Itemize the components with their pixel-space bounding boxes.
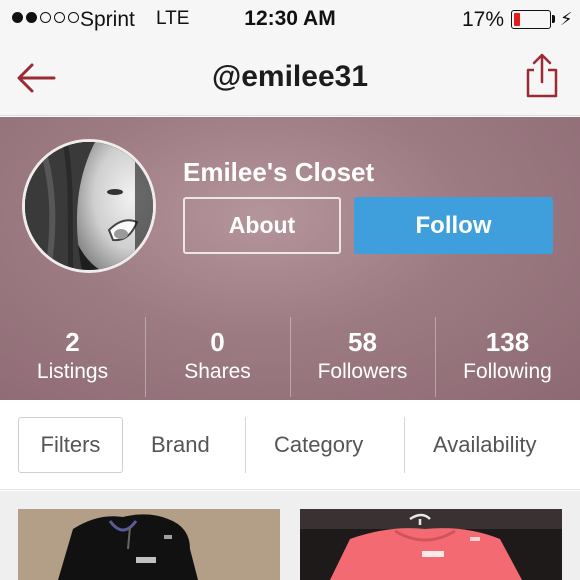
stat-value: 58 — [348, 327, 377, 357]
share-icon — [526, 53, 558, 98]
listing-card[interactable] — [18, 509, 280, 580]
battery-fill — [514, 13, 521, 26]
follow-button[interactable]: Follow — [354, 197, 553, 254]
stat-value: 0 — [210, 327, 225, 357]
closet-name: Emilee's Closet — [183, 157, 375, 187]
stat-followers[interactable]: 58 Followers — [290, 317, 435, 400]
battery-icon — [511, 10, 551, 29]
stat-shares[interactable]: 0 Shares — [145, 317, 290, 400]
filter-bar: Filters Brand Category Availability — [0, 400, 580, 490]
stat-label: Following — [463, 360, 552, 383]
divider — [404, 417, 405, 473]
charging-bolt-icon: ⚡ — [560, 9, 573, 29]
listings-grid — [0, 491, 580, 580]
availability-filter[interactable]: Availability — [433, 417, 537, 473]
battery-percent: 17% — [462, 8, 505, 31]
filters-button[interactable]: Filters — [18, 417, 123, 473]
stat-label: Listings — [36, 360, 109, 383]
stat-value: 138 — [485, 327, 530, 357]
stat-label: Shares — [184, 360, 251, 383]
divider — [245, 417, 246, 473]
about-button[interactable]: About — [183, 197, 341, 254]
avatar[interactable] — [22, 139, 156, 273]
share-button[interactable] — [520, 52, 562, 100]
status-bar: Sprint LTE 12:30 AM 17% ⚡ — [0, 0, 580, 40]
stat-listings[interactable]: 2 Listings — [0, 317, 145, 400]
brand-filter[interactable]: Brand — [151, 417, 210, 473]
stat-value: 2 — [65, 327, 80, 357]
nav-bar: @emilee31 — [0, 40, 580, 116]
stat-label: Followers — [317, 360, 408, 383]
black-hoodie-thumbnail — [18, 509, 280, 580]
category-filter[interactable]: Category — [274, 417, 363, 473]
battery-tip — [552, 15, 555, 23]
page-title: @emilee31 — [211, 60, 369, 93]
listing-card[interactable] — [300, 509, 562, 580]
stats-row: 2 Listings 0 Shares 58 Followers 138 Fol… — [0, 317, 580, 400]
stat-following[interactable]: 138 Following — [435, 317, 580, 400]
profile-photo — [25, 142, 153, 270]
pink-hoodie-thumbnail — [300, 509, 562, 580]
profile-header: Emilee's Closet About Follow 2 Listings … — [0, 117, 580, 400]
